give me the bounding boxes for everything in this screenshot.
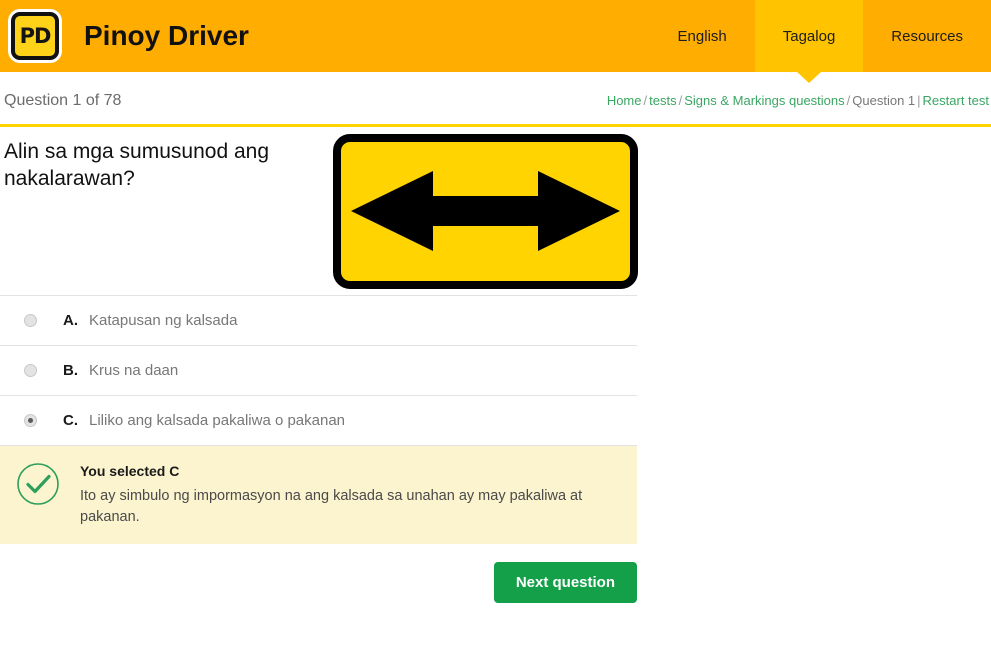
question-counter: Question 1 of 78 (4, 92, 122, 109)
logo-inner-plate: PD (11, 12, 59, 60)
breadcrumb-sep-1: / (643, 93, 648, 108)
breadcrumb-category[interactable]: Signs & Markings questions (684, 93, 844, 108)
option-text-a: Katapusan ng kalsada (89, 312, 238, 329)
action-row: Next question (0, 544, 637, 604)
question-image (333, 134, 638, 294)
nav-label-resources: Resources (891, 27, 963, 45)
breadcrumb-tests[interactable]: tests (649, 93, 676, 108)
nav-item-tagalog[interactable]: Tagalog (754, 0, 864, 83)
breadcrumb-sep-3: / (846, 93, 851, 108)
breadcrumb-sep-2: / (678, 93, 683, 108)
question-block: Alin sa mga sumusunod ang nakalarawan? (0, 127, 991, 295)
option-row-b[interactable]: B. Krus na daan (0, 346, 637, 396)
option-text-c: Liliko ang kalsada pakaliwa o pakanan (89, 412, 346, 429)
question-text: Alin sa mga sumusunod ang nakalarawan? (4, 140, 269, 190)
radio-option-a[interactable] (24, 314, 37, 327)
feedback-title: You selected C (80, 463, 180, 479)
nav-item-english[interactable]: English (650, 0, 755, 72)
option-letter-c: C. (63, 412, 78, 429)
answer-options: A. Katapusan ng kalsada B. Krus na daan … (0, 295, 637, 446)
answer-feedback-panel: You selected C Ito ay simbulo ng imporma… (0, 446, 637, 545)
site-header: PD Pinoy Driver English Tagalog Resource… (0, 0, 991, 83)
double-arrow-road-sign (333, 134, 638, 289)
feedback-body: You selected C Ito ay simbulo ng imporma… (80, 460, 620, 528)
breadcrumb-pipe: | (917, 93, 921, 108)
option-row-a[interactable]: A. Katapusan ng kalsada (0, 296, 637, 346)
logo-text: PD (19, 23, 52, 48)
breadcrumb-current: Question 1 (852, 93, 916, 108)
brand-title: Pinoy Driver (84, 20, 249, 51)
breadcrumb-home[interactable]: Home (607, 93, 642, 108)
nav-label-english: English (677, 27, 727, 45)
radio-option-c[interactable] (24, 414, 37, 427)
option-letter-a: A. (63, 312, 78, 329)
brand-area[interactable]: PD Pinoy Driver (0, 0, 249, 72)
main-nav: English Tagalog Resources (650, 0, 991, 83)
nav-label-tagalog: Tagalog (782, 27, 836, 45)
breadcrumb: Home / tests / Signs & Markings questions / Qu… (607, 93, 989, 108)
radio-option-b[interactable] (24, 364, 37, 377)
question-subbar: Question 1 of 78 Home / tests / Signs & Mark… (0, 80, 991, 124)
feedback-explanation: Ito ay simbulo ng impormasyon na ang kal… (80, 488, 583, 526)
next-question-button[interactable]: Next question (493, 562, 637, 604)
restart-test-link[interactable]: Restart test (923, 93, 989, 108)
option-row-c[interactable]: C. Liliko ang kalsada pakaliwa o pakanan (0, 396, 637, 446)
check-circle-icon (17, 463, 59, 505)
nav-item-resources[interactable]: Resources (863, 0, 991, 72)
option-letter-b: B. (63, 362, 78, 379)
radio-dot-c (28, 418, 33, 423)
pinoy-driver-logo[interactable]: PD (8, 9, 62, 63)
option-text-b: Krus na daan (89, 362, 179, 379)
